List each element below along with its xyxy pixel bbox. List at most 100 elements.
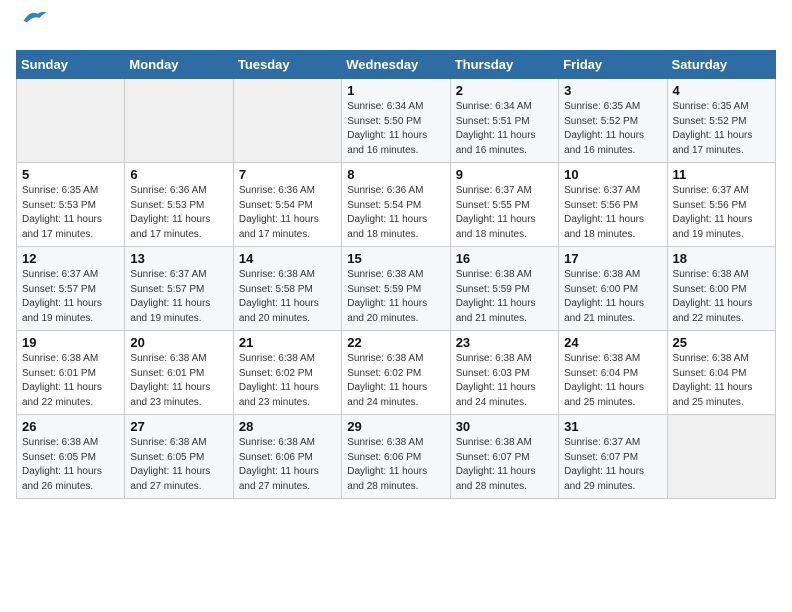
day-number: 17 [564, 251, 661, 266]
day-number: 16 [456, 251, 553, 266]
calendar-cell: 4 Sunrise: 6:35 AM Sunset: 5:52 PM Daylig… [667, 79, 775, 163]
day-number: 6 [130, 167, 227, 182]
calendar-cell: 20 Sunrise: 6:38 AM Sunset: 6:01 PM Dayli… [125, 331, 233, 415]
day-info: Sunrise: 6:38 AM Sunset: 6:04 PM Dayligh… [673, 352, 770, 410]
day-number: 9 [456, 167, 553, 182]
calendar-week-row: 19 Sunrise: 6:38 AM Sunset: 6:01 PM Dayli… [17, 331, 776, 415]
calendar-cell: 21 Sunrise: 6:38 AM Sunset: 6:02 PM Dayli… [233, 331, 341, 415]
calendar-cell: 8 Sunrise: 6:36 AM Sunset: 5:54 PM Daylig… [342, 163, 450, 247]
calendar-week-row: 12 Sunrise: 6:37 AM Sunset: 5:57 PM Dayli… [17, 247, 776, 331]
day-info: Sunrise: 6:36 AM Sunset: 5:54 PM Dayligh… [347, 184, 444, 242]
day-number: 24 [564, 335, 661, 350]
day-number: 30 [456, 419, 553, 434]
day-info: Sunrise: 6:38 AM Sunset: 6:03 PM Dayligh… [456, 352, 553, 410]
day-info: Sunrise: 6:36 AM Sunset: 5:54 PM Dayligh… [239, 184, 336, 242]
day-number: 29 [347, 419, 444, 434]
day-number: 20 [130, 335, 227, 350]
day-number: 18 [673, 251, 770, 266]
calendar-cell: 30 Sunrise: 6:38 AM Sunset: 6:07 PM Dayli… [450, 415, 558, 499]
day-number: 15 [347, 251, 444, 266]
day-number: 25 [673, 335, 770, 350]
day-number: 5 [22, 167, 119, 182]
day-info: Sunrise: 6:37 AM Sunset: 5:56 PM Dayligh… [564, 184, 661, 242]
day-number: 21 [239, 335, 336, 350]
calendar-cell [667, 415, 775, 499]
calendar-cell: 11 Sunrise: 6:37 AM Sunset: 5:56 PM Dayli… [667, 163, 775, 247]
day-of-week-header: Friday [559, 51, 667, 79]
calendar-cell: 28Sunrise: 6:38 AM Sunset: 6:06 PM Dayli… [233, 415, 341, 499]
day-info: Sunrise: 6:38 AM Sunset: 5:59 PM Dayligh… [456, 268, 553, 326]
calendar-cell: 26 Sunrise: 6:38 AM Sunset: 6:05 PM Dayli… [17, 415, 125, 499]
day-info: Sunrise: 6:34 AM Sunset: 5:50 PM Dayligh… [347, 100, 444, 158]
calendar-cell: 9 Sunrise: 6:37 AM Sunset: 5:55 PM Daylig… [450, 163, 558, 247]
calendar-cell: 29Sunrise: 6:38 AM Sunset: 6:06 PM Dayli… [342, 415, 450, 499]
day-info: Sunrise: 6:38 AM Sunset: 5:58 PM Dayligh… [239, 268, 336, 326]
day-info: Sunrise: 6:38 AM Sunset: 6:05 PM Dayligh… [22, 436, 119, 494]
day-info: Sunrise: 6:38 AM Sunset: 6:00 PM Dayligh… [673, 268, 770, 326]
day-of-week-header: Monday [125, 51, 233, 79]
day-info: Sunrise: 6:38 AM Sunset: 6:06 PM Dayligh… [239, 436, 336, 494]
page-header [16, 16, 776, 38]
calendar-cell: 22 Sunrise: 6:38 AM Sunset: 6:02 PM Dayli… [342, 331, 450, 415]
day-info: Sunrise: 6:35 AM Sunset: 5:52 PM Dayligh… [564, 100, 661, 158]
calendar-cell: 14 Sunrise: 6:38 AM Sunset: 5:58 PM Dayli… [233, 247, 341, 331]
day-info: Sunrise: 6:38 AM Sunset: 6:02 PM Dayligh… [347, 352, 444, 410]
calendar-header-row: SundayMondayTuesdayWednesdayThursdayFrid… [17, 51, 776, 79]
day-of-week-header: Tuesday [233, 51, 341, 79]
logo-bird-icon [20, 8, 48, 26]
day-number: 23 [456, 335, 553, 350]
day-number: 10 [564, 167, 661, 182]
calendar-cell: 16 Sunrise: 6:38 AM Sunset: 5:59 PM Dayli… [450, 247, 558, 331]
calendar-cell: 1Sunrise: 6:34 AM Sunset: 5:50 PM Daylig… [342, 79, 450, 163]
day-info: Sunrise: 6:38 AM Sunset: 6:01 PM Dayligh… [22, 352, 119, 410]
day-number: 3 [564, 83, 661, 98]
calendar-table: SundayMondayTuesdayWednesdayThursdayFrid… [16, 50, 776, 499]
day-info: Sunrise: 6:37 AM Sunset: 6:07 PM Dayligh… [564, 436, 661, 494]
calendar-cell: 7Sunrise: 6:36 AM Sunset: 5:54 PM Daylig… [233, 163, 341, 247]
day-info: Sunrise: 6:38 AM Sunset: 6:01 PM Dayligh… [130, 352, 227, 410]
day-info: Sunrise: 6:38 AM Sunset: 6:07 PM Dayligh… [456, 436, 553, 494]
calendar-cell: 31 Sunrise: 6:37 AM Sunset: 6:07 PM Dayli… [559, 415, 667, 499]
calendar-cell [125, 79, 233, 163]
day-info: Sunrise: 6:37 AM Sunset: 5:57 PM Dayligh… [22, 268, 119, 326]
day-number: 22 [347, 335, 444, 350]
calendar-cell: 2 Sunrise: 6:34 AM Sunset: 5:51 PM Daylig… [450, 79, 558, 163]
day-info: Sunrise: 6:37 AM Sunset: 5:56 PM Dayligh… [673, 184, 770, 242]
day-number: 27 [130, 419, 227, 434]
calendar-cell: 17 Sunrise: 6:38 AM Sunset: 6:00 PM Dayli… [559, 247, 667, 331]
day-info: Sunrise: 6:38 AM Sunset: 6:00 PM Dayligh… [564, 268, 661, 326]
calendar-cell [233, 79, 341, 163]
day-of-week-header: Sunday [17, 51, 125, 79]
calendar-cell: 27 Sunrise: 6:38 AM Sunset: 6:05 PM Dayli… [125, 415, 233, 499]
day-number: 13 [130, 251, 227, 266]
calendar-cell: 6Sunrise: 6:36 AM Sunset: 5:53 PM Daylig… [125, 163, 233, 247]
day-info: Sunrise: 6:34 AM Sunset: 5:51 PM Dayligh… [456, 100, 553, 158]
day-number: 19 [22, 335, 119, 350]
day-number: 14 [239, 251, 336, 266]
day-number: 26 [22, 419, 119, 434]
calendar-cell [17, 79, 125, 163]
calendar-cell: 18 Sunrise: 6:38 AM Sunset: 6:00 PM Dayli… [667, 247, 775, 331]
calendar-cell: 23 Sunrise: 6:38 AM Sunset: 6:03 PM Dayli… [450, 331, 558, 415]
calendar-cell: 12 Sunrise: 6:37 AM Sunset: 5:57 PM Dayli… [17, 247, 125, 331]
day-info: Sunrise: 6:35 AM Sunset: 5:52 PM Dayligh… [673, 100, 770, 158]
calendar-cell: 24Sunrise: 6:38 AM Sunset: 6:04 PM Dayli… [559, 331, 667, 415]
day-number: 12 [22, 251, 119, 266]
logo [16, 16, 48, 38]
calendar-cell: 5Sunrise: 6:35 AM Sunset: 5:53 PM Daylig… [17, 163, 125, 247]
day-number: 2 [456, 83, 553, 98]
calendar-cell: 13Sunrise: 6:37 AM Sunset: 5:57 PM Dayli… [125, 247, 233, 331]
day-info: Sunrise: 6:38 AM Sunset: 5:59 PM Dayligh… [347, 268, 444, 326]
day-number: 8 [347, 167, 444, 182]
day-number: 11 [673, 167, 770, 182]
calendar-cell: 25 Sunrise: 6:38 AM Sunset: 6:04 PM Dayli… [667, 331, 775, 415]
day-of-week-header: Saturday [667, 51, 775, 79]
day-info: Sunrise: 6:38 AM Sunset: 6:05 PM Dayligh… [130, 436, 227, 494]
day-of-week-header: Wednesday [342, 51, 450, 79]
day-info: Sunrise: 6:38 AM Sunset: 6:02 PM Dayligh… [239, 352, 336, 410]
day-info: Sunrise: 6:37 AM Sunset: 5:55 PM Dayligh… [456, 184, 553, 242]
calendar-cell: 3 Sunrise: 6:35 AM Sunset: 5:52 PM Daylig… [559, 79, 667, 163]
calendar-cell: 15 Sunrise: 6:38 AM Sunset: 5:59 PM Dayli… [342, 247, 450, 331]
day-number: 4 [673, 83, 770, 98]
day-number: 31 [564, 419, 661, 434]
